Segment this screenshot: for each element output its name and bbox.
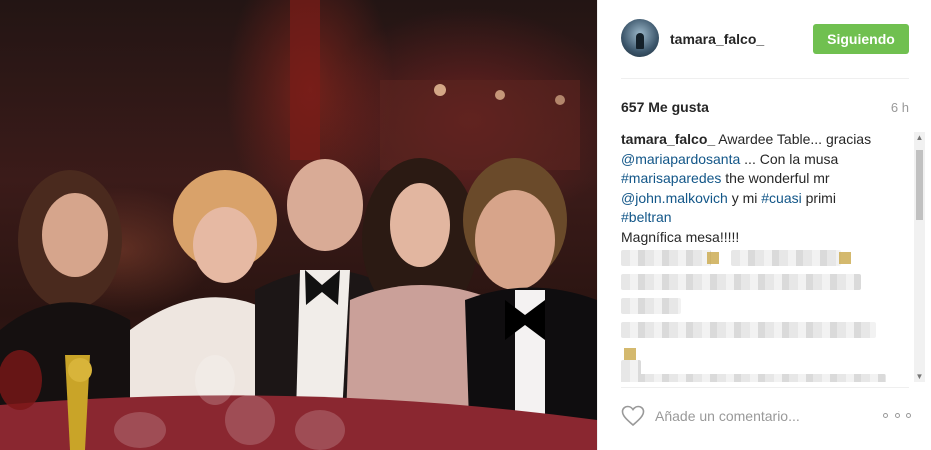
hashtag-link[interactable]: #cuasi [761, 190, 801, 206]
header-divider [621, 78, 909, 79]
post-photo[interactable] [0, 0, 597, 450]
caption-scrollbar[interactable]: ▲ ▼ [914, 132, 925, 382]
caption-segment: Magnífica mesa!!!!! [621, 228, 740, 245]
comment-divider [621, 387, 909, 388]
post-details-panel: tamara_falco_ Siguiendo 657 Me gusta 6 h… [597, 0, 931, 450]
post-header: tamara_falco_ Siguiendo [598, 0, 931, 78]
caption-segment: the wonderful mr [725, 170, 830, 186]
heart-icon[interactable] [621, 405, 645, 427]
caption-area: tamara_falco_ Awardee Table... gracias @… [621, 130, 911, 382]
likes-count[interactable]: 657 Me gusta [621, 99, 709, 115]
group-photo-illustration [0, 0, 597, 450]
hashtag-link[interactable]: #marisaparedes [621, 170, 721, 186]
caption-segment: Awardee Table... gracias [718, 131, 872, 147]
post-time[interactable]: 6 h [891, 100, 909, 115]
caption-segment: y mi [731, 189, 758, 206]
hashtag-link[interactable]: #beltran [621, 209, 672, 225]
comment-input[interactable] [655, 406, 855, 426]
caption-text: tamara_falco_ Awardee Table... gracias @… [621, 130, 905, 247]
caption-segment: primi [805, 189, 836, 206]
comment-row [621, 399, 911, 435]
blurred-comments [621, 250, 891, 382]
ellipsis-icon[interactable] [883, 405, 911, 425]
arrow-down-icon[interactable]: ▼ [914, 371, 925, 382]
mention-link[interactable]: @john.malkovich [621, 190, 728, 206]
caption-author[interactable]: tamara_falco_ [621, 131, 715, 147]
following-button[interactable]: Siguiendo [813, 24, 909, 54]
author-username[interactable]: tamara_falco_ [670, 31, 764, 47]
caption-segment: ... Con la musa [744, 150, 839, 167]
arrow-up-icon[interactable]: ▲ [914, 132, 925, 143]
avatar[interactable] [621, 19, 659, 57]
mention-link[interactable]: @mariapardosanta [621, 151, 740, 167]
scrollbar-thumb[interactable] [916, 150, 923, 220]
